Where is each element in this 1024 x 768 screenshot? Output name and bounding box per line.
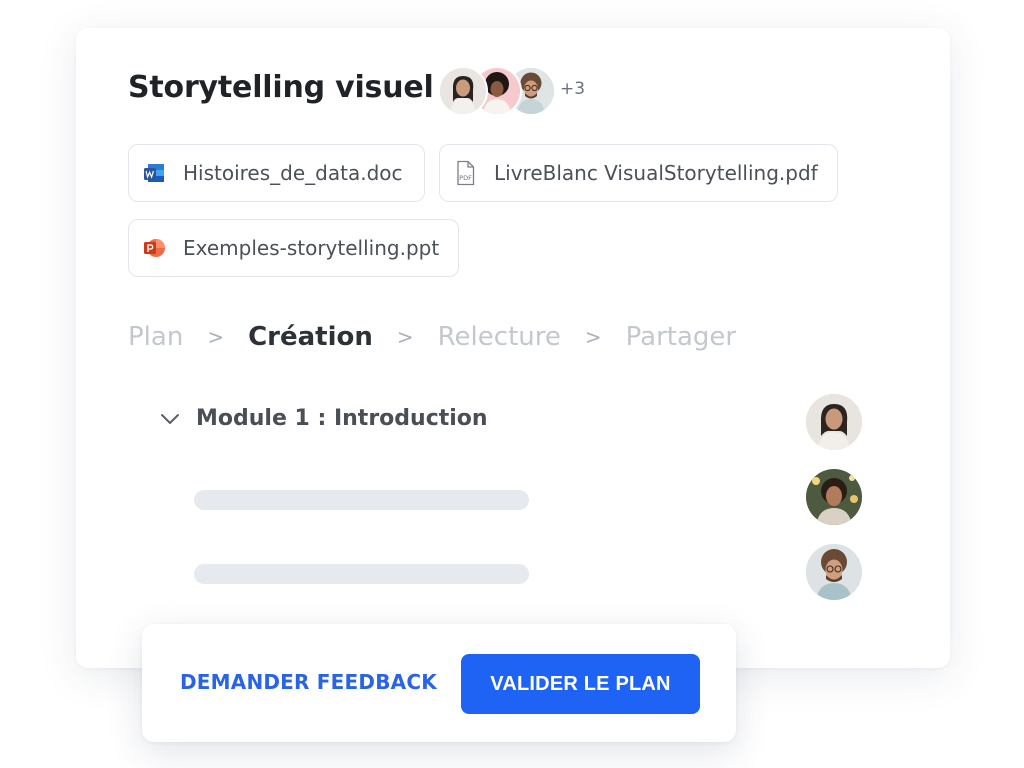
- word-icon: [141, 160, 167, 186]
- step-creation[interactable]: Création: [248, 322, 373, 352]
- request-feedback-button[interactable]: DEMANDER FEEDBACK: [180, 670, 437, 694]
- file-name: Exemples-storytelling.ppt: [183, 236, 440, 260]
- step-plan[interactable]: Plan: [128, 322, 183, 352]
- step-separator: >: [396, 325, 414, 349]
- step-separator: >: [207, 325, 225, 349]
- step-relecture[interactable]: Relecture: [438, 322, 561, 352]
- step-separator: >: [584, 325, 602, 349]
- assignee-avatar[interactable]: [806, 469, 862, 525]
- more-collaborators-count[interactable]: +3: [560, 79, 585, 99]
- module-header[interactable]: Module 1 : Introduction: [158, 406, 488, 431]
- collaborator-avatar[interactable]: [438, 66, 488, 116]
- svg-text:PDF: PDF: [459, 174, 472, 182]
- module-title: Module 1 : Introduction: [196, 406, 488, 431]
- pdf-icon: PDF: [452, 160, 478, 186]
- assignee-avatar[interactable]: [806, 544, 862, 600]
- validate-plan-button[interactable]: VALIDER LE PLAN: [461, 654, 700, 714]
- powerpoint-icon: [141, 235, 167, 261]
- file-chip-pdf[interactable]: PDF LivreBlanc VisualStorytelling.pdf: [439, 144, 838, 202]
- assignee-avatar[interactable]: [806, 394, 862, 450]
- workflow-steps: Plan > Création > Relecture > Partager: [128, 322, 736, 352]
- step-partager[interactable]: Partager: [626, 322, 736, 352]
- content-placeholder: [194, 490, 529, 510]
- file-chip-ppt[interactable]: Exemples-storytelling.ppt: [128, 219, 459, 277]
- action-bar: DEMANDER FEEDBACK VALIDER LE PLAN: [142, 624, 736, 742]
- project-card: Storytelling visuel +3 Histoires_de_data…: [76, 28, 950, 668]
- content-placeholder: [194, 564, 529, 584]
- chevron-down-icon[interactable]: [158, 407, 182, 431]
- project-title: Storytelling visuel: [128, 70, 434, 105]
- stage: Storytelling visuel +3 Histoires_de_data…: [0, 0, 1024, 768]
- file-chip-doc[interactable]: Histoires_de_data.doc: [128, 144, 425, 202]
- file-name: LivreBlanc VisualStorytelling.pdf: [494, 161, 818, 185]
- file-name: Histoires_de_data.doc: [183, 161, 403, 185]
